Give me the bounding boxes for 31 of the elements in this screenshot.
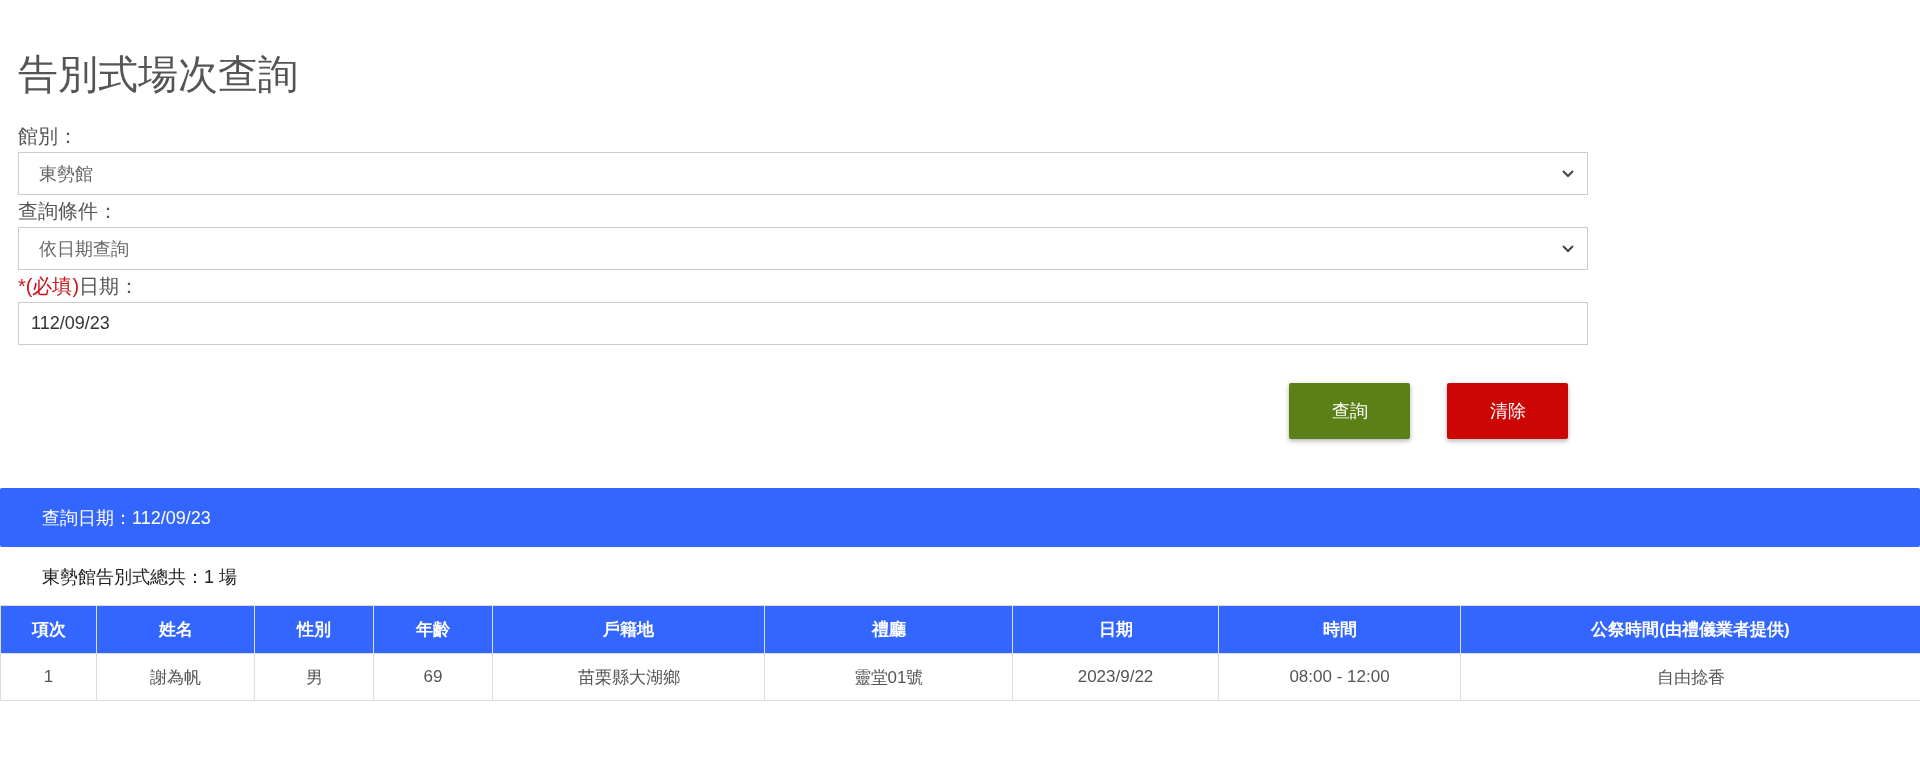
field-label: 日期：: [79, 274, 140, 298]
date-input-field[interactable]: 112/09/23: [18, 302, 1588, 345]
table-cell: 08:00 - 12:00: [1218, 653, 1461, 701]
chevron-down-icon: [1561, 244, 1575, 253]
column-header: 年齡: [373, 605, 493, 654]
select-field[interactable]: 依日期查詢: [18, 227, 1588, 270]
search-button[interactable]: 查詢: [1289, 383, 1410, 439]
table-cell: 69: [373, 653, 493, 701]
select-field[interactable]: 東勢館: [18, 152, 1588, 195]
column-header: 項次: [0, 605, 97, 654]
required-mark: *(必填): [18, 274, 80, 298]
column-header: 禮廳: [764, 605, 1013, 654]
table-cell: 謝為帆: [96, 653, 255, 701]
column-header: 戶籍地: [492, 605, 765, 654]
field-label: 查詢條件：: [18, 199, 118, 223]
column-header: 性別: [254, 605, 374, 654]
column-header: 日期: [1012, 605, 1219, 654]
table-cell: 2023/9/22: [1012, 653, 1219, 701]
table-cell: 1: [0, 653, 97, 701]
page-title: 告別式場次查詢: [18, 51, 299, 98]
result-header-bar: 查詢日期：112/09/23: [0, 488, 1920, 547]
column-header: 時間: [1218, 605, 1461, 654]
column-header: 姓名: [96, 605, 255, 654]
table-cell: 苗栗縣大湖鄉: [492, 653, 765, 701]
table-cell: 靈堂01號: [764, 653, 1013, 701]
column-header: 公祭時間(由禮儀業者提供): [1460, 605, 1920, 654]
field-label: 館別：: [18, 124, 78, 148]
chevron-down-icon: [1561, 169, 1575, 178]
clear-button[interactable]: 清除: [1447, 383, 1568, 439]
table-cell: 男: [254, 653, 374, 701]
result-summary: 東勢館告別式總共：1 場: [41, 566, 238, 589]
